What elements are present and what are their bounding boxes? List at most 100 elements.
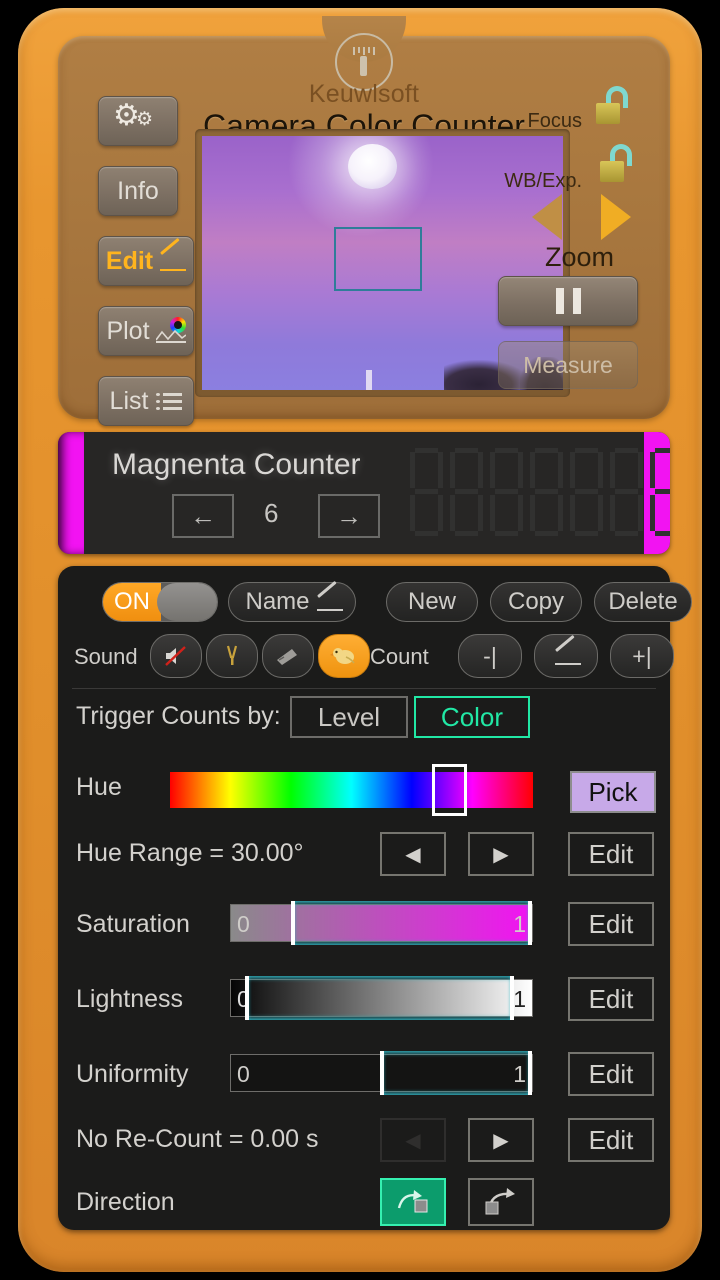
trigger-option-color-label: Color <box>440 701 504 732</box>
saturation-min-value: 0 <box>237 911 250 937</box>
pencil-icon <box>160 251 187 271</box>
edit-button-label: Edit <box>105 246 154 275</box>
uniformity-label: Uniformity <box>76 1060 189 1088</box>
uniformity-min-value: 0 <box>237 1061 250 1087</box>
camera-panel: Keuwlsoft Camera Color Counter ⚙ ⚙ Info E… <box>58 16 670 426</box>
name-button-label: Name <box>245 588 310 615</box>
measure-button-label: Measure <box>523 351 613 378</box>
device-frame: Keuwlsoft Camera Color Counter ⚙ ⚙ Info E… <box>18 8 702 1272</box>
hue-slider[interactable] <box>170 764 533 816</box>
list-button[interactable]: List <box>98 376 194 426</box>
horn-icon[interactable] <box>262 634 314 678</box>
copy-button[interactable]: Copy <box>490 582 582 622</box>
trigger-option-level-label: Level <box>317 701 381 732</box>
recount-edit-button[interactable]: Edit <box>568 1118 654 1162</box>
saturation-edit-label: Edit <box>588 908 634 939</box>
hue-range-decrease-button[interactable]: ◀ <box>380 832 446 876</box>
segment-digit <box>490 448 523 536</box>
segment-digit <box>610 448 643 536</box>
divider <box>72 688 656 689</box>
trigger-option-level[interactable]: Level <box>290 696 408 738</box>
focus-label: Focus <box>527 110 582 132</box>
count-decrement-label: -| <box>483 642 497 669</box>
count-increment-label: +| <box>632 642 652 669</box>
lightness-label: Lightness <box>76 985 184 1013</box>
saturation-label: Saturation <box>76 910 190 938</box>
count-increment-button[interactable]: +| <box>610 634 674 678</box>
arrow-down-right-icon <box>397 1190 428 1213</box>
lightness-row: Lightness 0 1 Edit <box>58 973 670 1027</box>
trigger-option-color[interactable]: Color <box>414 696 530 738</box>
settings-button[interactable]: ⚙ ⚙ <box>98 96 178 146</box>
counter-next-button[interactable]: → <box>318 494 380 538</box>
hue-range-edit-label: Edit <box>588 838 634 869</box>
lightness-range-selection[interactable] <box>244 976 514 1020</box>
counter-name: Magnenta Counter <box>112 448 361 481</box>
zoom-label: Zoom <box>545 242 615 272</box>
gear-icon: ⚙ ⚙ <box>113 99 154 132</box>
pause-button[interactable] <box>498 276 638 326</box>
info-button[interactable]: Info <box>98 166 178 216</box>
sound-label: Sound <box>74 644 138 669</box>
delete-button-label: Delete <box>608 588 678 615</box>
wb-exp-label: WB/Exp. <box>504 170 582 192</box>
new-button[interactable]: New <box>386 582 478 622</box>
hue-range-label: Hue Range = 30.00° <box>76 839 304 867</box>
focus-lock-icon[interactable] <box>596 86 630 124</box>
counter-prev-button[interactable]: ← <box>172 494 234 538</box>
recount-increase-button[interactable]: ▶ <box>468 1118 534 1162</box>
uniformity-edit-button[interactable]: Edit <box>568 1052 654 1096</box>
plot-button[interactable]: Plot <box>98 306 194 356</box>
power-toggle-label: ON <box>103 583 161 621</box>
power-toggle[interactable]: ON <box>102 582 218 622</box>
trigger-row: Trigger Counts by: Level Color <box>58 690 670 746</box>
saturation-edit-button[interactable]: Edit <box>568 902 654 946</box>
lightness-max-value: 1 <box>513 986 526 1012</box>
uniformity-slider[interactable]: 0 1 <box>230 1051 533 1095</box>
list-button-label: List <box>109 386 149 415</box>
moon <box>348 143 397 190</box>
measure-button[interactable]: Measure <box>498 341 638 389</box>
hue-range-row: Hue Range = 30.00° ◀ ▶ Edit <box>58 830 670 882</box>
hue-range-edit-button[interactable]: Edit <box>568 832 654 876</box>
wb-exp-lock-icon[interactable] <box>600 144 634 182</box>
region-of-interest-box[interactable] <box>333 227 423 291</box>
edit-button[interactable]: Edit <box>98 236 194 286</box>
saturation-range-selection[interactable] <box>290 901 532 945</box>
counter-bar: Magnenta Counter ← 6 → <box>58 432 670 554</box>
pick-color-button[interactable]: Pick <box>570 771 656 813</box>
saturation-slider[interactable]: 0 1 <box>230 901 533 945</box>
copy-button-label: Copy <box>507 588 565 615</box>
count-edit-button[interactable] <box>534 634 598 678</box>
info-button-label: Info <box>117 176 159 205</box>
count-decrement-button[interactable]: -| <box>458 634 522 678</box>
segment-digit <box>570 448 603 536</box>
recount-decrease-button[interactable]: ◀ <box>380 1118 446 1162</box>
lightness-edit-button[interactable]: Edit <box>568 977 654 1021</box>
power-toggle-knob <box>157 583 217 621</box>
seven-segment-display <box>410 448 670 536</box>
hue-selection-handle[interactable] <box>432 764 467 816</box>
mute-icon[interactable] <box>150 634 202 678</box>
counter-toolbar: ON Name New Copy Delete <box>58 582 692 626</box>
sound-and-count-row: Sound Count -| +| <box>58 634 674 682</box>
delete-button[interactable]: Delete <box>594 582 692 622</box>
lightness-slider[interactable]: 0 1 <box>230 976 533 1020</box>
pause-icon <box>555 288 564 314</box>
segment-digit <box>530 448 563 536</box>
bird-icon[interactable] <box>318 634 370 678</box>
direction-option-clockwise[interactable] <box>380 1178 446 1226</box>
direction-label: Direction <box>76 1188 175 1216</box>
recount-edit-label: Edit <box>588 1124 634 1155</box>
bell-icon[interactable] <box>206 634 258 678</box>
direction-row: Direction <box>58 1178 670 1232</box>
direction-option-counterclockwise[interactable] <box>468 1178 534 1226</box>
uniformity-range-selection[interactable] <box>379 1051 532 1095</box>
arrow-up-right-icon <box>485 1188 515 1215</box>
zoom-in-icon[interactable] <box>601 194 631 240</box>
recount-row: No Re-Count = 0.00 s ◀ ▶ Edit <box>58 1116 670 1168</box>
settings-panel: ON Name New Copy Delete Sound Count -| +… <box>58 566 692 1232</box>
hue-range-increase-button[interactable]: ▶ <box>468 832 534 876</box>
zoom-out-icon[interactable] <box>532 194 562 240</box>
name-button[interactable]: Name <box>228 582 356 622</box>
